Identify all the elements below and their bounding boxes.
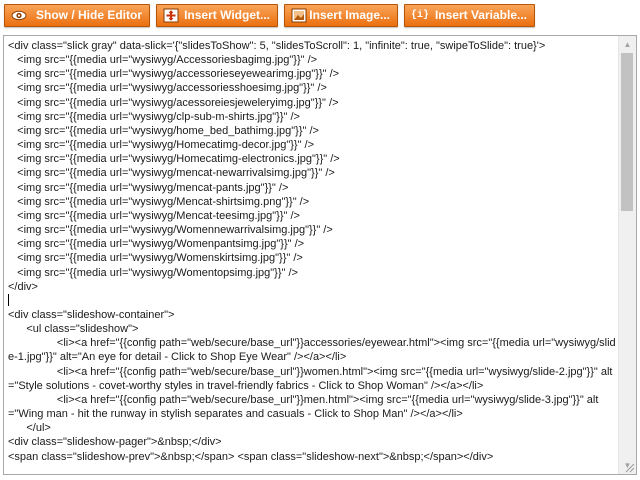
code-line: <img src="{{media url="wysiwyg/mencat-ne… xyxy=(8,167,335,180)
code-line: <img src="{{media url="wysiwyg/Womennewa… xyxy=(8,224,333,237)
code-line: <img src="{{media url="wysiwyg/accessori… xyxy=(8,82,327,95)
widget-icon xyxy=(163,8,179,23)
eye-icon xyxy=(11,10,27,21)
code-line: <img src="{{media url="wysiwyg/Mencat-te… xyxy=(8,209,300,222)
code-line: <img src="{{media url="wysiwyg/Womentops… xyxy=(8,266,298,279)
insert-image-button[interactable]: Insert Image... xyxy=(284,4,398,27)
code-line: </div> xyxy=(8,280,38,293)
editor-toolbar: Show / Hide Editor Insert Widget... Inse… xyxy=(0,0,640,34)
insert-variable-button[interactable]: {i} Insert Variable... xyxy=(404,4,535,27)
html-source-editor[interactable]: <div class="slick gray" data-slick='{"sl… xyxy=(3,35,637,475)
scroll-up-arrow-icon[interactable]: ▲ xyxy=(619,36,636,53)
code-line: <img src="{{media url="wysiwyg/Mencat-sh… xyxy=(8,195,310,208)
code-line: <img src="{{media url="wysiwyg/Homecatim… xyxy=(8,153,340,166)
insert-image-label: Insert Image... xyxy=(309,8,390,22)
code-line xyxy=(8,293,616,308)
insert-variable-label: Insert Variable... xyxy=(434,8,527,22)
code-line: </ul> xyxy=(8,422,51,435)
code-line: <img src="{{media url="wysiwyg/acessorei… xyxy=(8,96,339,109)
variable-icon: {i} xyxy=(411,10,430,21)
code-line: <span class="slideshow-prev">&nbsp;</spa… xyxy=(8,450,494,463)
show-hide-editor-label: Show / Hide Editor xyxy=(35,8,142,22)
code-line: <img src="{{media url="wysiwyg/Accessori… xyxy=(8,54,318,67)
insert-widget-label: Insert Widget... xyxy=(184,8,270,22)
code-line: <li><a href="{{config path="web/secure/b… xyxy=(8,365,613,392)
code-line: <img src="{{media url="wysiwyg/Womenskir… xyxy=(8,252,303,265)
code-line: <div class="slideshow-container"> xyxy=(8,308,175,321)
show-hide-editor-button[interactable]: Show / Hide Editor xyxy=(4,4,150,27)
vertical-scrollbar[interactable]: ▲ ▼ xyxy=(618,36,636,474)
text-cursor xyxy=(8,293,9,306)
image-icon xyxy=(291,8,307,23)
code-line: <img src="{{media url="wysiwyg/accessori… xyxy=(8,68,340,81)
code-line: <img src="{{media url="wysiwyg/Womenpant… xyxy=(8,238,305,251)
code-line: <li><a href="{{config path="web/secure/b… xyxy=(8,393,599,421)
code-line: <img src="{{media url="wysiwyg/home_bed_… xyxy=(8,124,319,137)
code-line: <img src="{{media url="wysiwyg/Homecatim… xyxy=(8,139,315,152)
insert-widget-button[interactable]: Insert Widget... xyxy=(156,4,278,27)
code-line: <img src="{{media url="wysiwyg/clp-sub-m… xyxy=(8,110,300,123)
code-line: <ul class="slideshow"> xyxy=(8,323,139,336)
code-line: <img src="{{media url="wysiwyg/mencat-pa… xyxy=(8,181,289,194)
scrollbar-thumb[interactable] xyxy=(621,53,633,211)
code-line: <div class="slick gray" data-slick='{"sl… xyxy=(8,40,546,52)
code-line: <div class="slideshow-pager">&nbsp;</div… xyxy=(8,436,222,449)
resize-grip-icon[interactable] xyxy=(623,461,635,473)
source-code-textarea[interactable]: <div class="slick gray" data-slick='{"sl… xyxy=(8,39,616,471)
code-line: <li><a href="{{config path="web/secure/b… xyxy=(8,337,616,364)
